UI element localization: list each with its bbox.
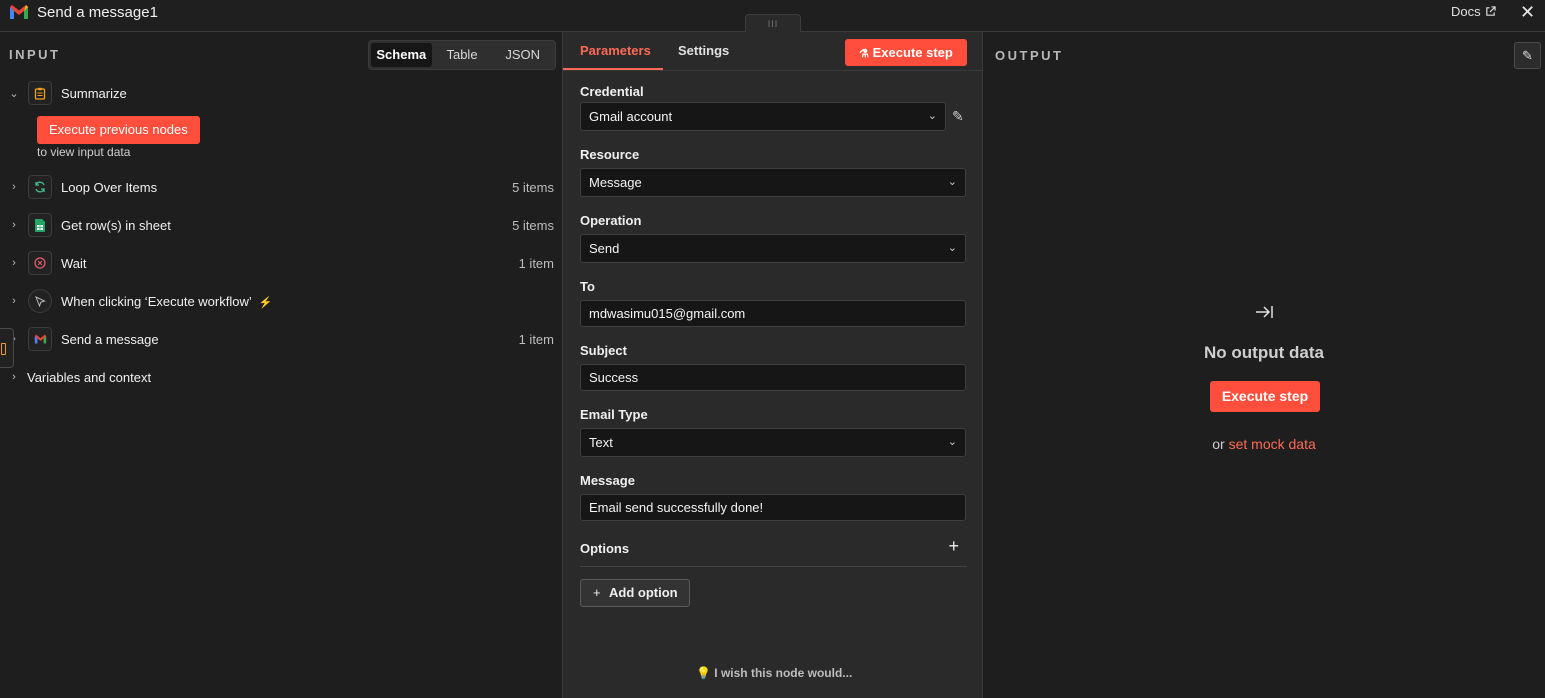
tab-table[interactable]: Table: [432, 43, 493, 67]
chevron-down-icon[interactable]: ⌄: [9, 87, 19, 100]
external-link-icon: [1485, 6, 1496, 16]
output-label: OUTPUT: [995, 48, 1064, 63]
tree-node-manual-trigger[interactable]: › When clicking ‘Execute workflow’ ⚡: [0, 288, 562, 314]
node-name: Get row(s) in sheet: [61, 217, 171, 233]
lightbulb-icon: 💡: [696, 666, 711, 680]
set-mock-data-link[interactable]: set mock data: [1229, 436, 1316, 452]
docs-link[interactable]: Docs: [1451, 4, 1496, 19]
add-option-label: Add option: [609, 585, 678, 600]
options-section: Options +: [580, 536, 967, 567]
node-name: Send a message: [61, 331, 159, 347]
tree-node-loop-over-items[interactable]: › Loop Over Items 5 items: [0, 174, 562, 200]
item-count: 5 items: [512, 217, 554, 233]
output-execute-step-button[interactable]: Execute step: [1210, 381, 1320, 412]
active-tab-indicator: [563, 68, 663, 70]
email-type-value: Text: [589, 435, 613, 450]
resource-value: Message: [589, 175, 642, 190]
message-input[interactable]: Email send successfully done!: [580, 494, 966, 521]
output-panel: OUTPUT ✎ No output data Execute step or …: [983, 32, 1545, 698]
loop-icon: [28, 175, 52, 199]
no-output-title: No output data: [1204, 343, 1324, 362]
tree-node-wait[interactable]: › Wait 1 item: [0, 250, 562, 276]
chevron-right-icon[interactable]: ›: [9, 371, 19, 383]
options-label: Options: [580, 541, 630, 556]
input-label: INPUT: [9, 47, 61, 62]
feedback-link[interactable]: 💡 I wish this node would...: [696, 666, 852, 680]
subject-label: Subject: [580, 343, 627, 358]
add-icon[interactable]: +: [948, 536, 959, 557]
add-option-button[interactable]: + Add option: [580, 579, 690, 607]
operation-select[interactable]: Send ⌄: [580, 234, 966, 263]
chevron-right-icon[interactable]: ›: [9, 295, 19, 307]
chevron-down-icon: ⌄: [947, 436, 957, 448]
bracket-icon: [1, 343, 6, 355]
side-handle[interactable]: [0, 328, 14, 368]
view-input-hint: to view input data: [37, 145, 131, 159]
plus-icon: +: [593, 585, 601, 600]
credential-value: Gmail account: [589, 109, 673, 124]
item-count: 5 items: [512, 179, 554, 195]
tree-node-summarize[interactable]: ⌄ Summarize: [0, 80, 562, 106]
page-title: Send a message1: [37, 4, 158, 21]
execute-previous-nodes-button[interactable]: Execute previous nodes: [37, 116, 200, 144]
panel-drag-handle[interactable]: III: [745, 14, 801, 32]
item-count: 1 item: [518, 331, 554, 347]
input-panel: INPUT Schema Table JSON ⌄ Summarize Exec…: [0, 32, 562, 698]
operation-value: Send: [589, 241, 620, 256]
variables-and-context[interactable]: › Variables and context: [0, 364, 562, 390]
email-type-label: Email Type: [580, 407, 648, 422]
execute-step-label: Execute step: [872, 45, 953, 60]
sheets-icon: [28, 213, 52, 237]
gmail-logo-icon: [10, 5, 28, 19]
chevron-down-icon: ⌄: [947, 242, 957, 254]
node-name: Wait: [61, 255, 87, 271]
resource-select[interactable]: Message ⌄: [580, 168, 966, 197]
variables-label: Variables and context: [27, 369, 152, 385]
tab-json[interactable]: JSON: [492, 43, 553, 67]
node-name: Summarize: [61, 85, 127, 101]
close-icon[interactable]: ✕: [1520, 2, 1535, 23]
wish-label: I wish this node would...: [714, 666, 853, 680]
resource-label: Resource: [580, 147, 640, 162]
flask-icon: ⚗: [859, 48, 870, 60]
tab-parameters[interactable]: Parameters: [580, 43, 651, 58]
parameters-panel: Parameters Settings ⚗ Execute step Crede…: [562, 32, 983, 698]
edit-output-button[interactable]: ✎: [1514, 42, 1541, 69]
clipboard-icon: [28, 81, 52, 105]
docs-label: Docs: [1451, 4, 1481, 19]
mock-data-line: or set mock data: [983, 436, 1545, 452]
chevron-right-icon[interactable]: ›: [9, 181, 19, 193]
trigger-name: When clicking ‘Execute workflow’: [61, 293, 252, 309]
tab-settings[interactable]: Settings: [678, 43, 729, 58]
cursor-icon: [28, 289, 52, 313]
message-label: Message: [580, 473, 635, 488]
credential-label: Credential: [580, 84, 644, 99]
operation-label: Operation: [580, 213, 642, 228]
parameter-tabs: Parameters Settings ⚗ Execute step: [563, 32, 982, 71]
chevron-down-icon: ⌄: [927, 110, 937, 122]
pencil-icon: ✎: [1522, 48, 1533, 63]
mock-prefix: or: [1212, 436, 1225, 452]
tree-node-get-rows[interactable]: › Get row(s) in sheet 5 items: [0, 212, 562, 238]
tab-schema[interactable]: Schema: [371, 43, 432, 67]
credential-select[interactable]: Gmail account ⌄: [580, 102, 946, 131]
arrow-to-line-icon: [1254, 304, 1274, 325]
input-view-switcher: Schema Table JSON: [368, 40, 556, 70]
chevron-down-icon: ⌄: [947, 176, 957, 188]
chevron-right-icon[interactable]: ›: [9, 219, 19, 231]
lightning-icon: ⚡: [258, 296, 273, 309]
to-input[interactable]: mdwasimu015@gmail.com: [580, 300, 966, 327]
node-name: When clicking ‘Execute workflow’ ⚡: [61, 294, 273, 309]
email-type-select[interactable]: Text ⌄: [580, 428, 966, 457]
node-name: Loop Over Items: [61, 179, 158, 195]
wait-icon: [28, 251, 52, 275]
gmail-icon: [28, 327, 52, 351]
tree-node-send-message[interactable]: › Send a message 1 item: [0, 326, 562, 352]
item-count: 1 item: [518, 255, 554, 271]
execute-step-button[interactable]: ⚗ Execute step: [845, 39, 967, 66]
chevron-right-icon[interactable]: ›: [9, 257, 19, 269]
to-label: To: [580, 279, 595, 294]
subject-input[interactable]: Success: [580, 364, 966, 391]
edit-credential-icon[interactable]: ✎: [952, 108, 964, 125]
